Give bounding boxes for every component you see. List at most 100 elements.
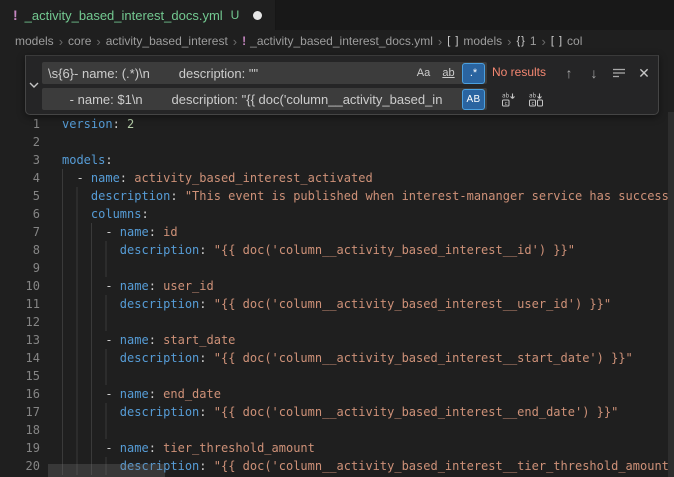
replace-input[interactable]: - name: $1\n description: "{{ doc('colum… [42,88,487,110]
line-number[interactable]: 8 [0,241,62,259]
whole-word-toggle[interactable]: ab [437,63,460,84]
code-line[interactable]: 15 [0,367,674,385]
line-number[interactable]: 7 [0,223,62,241]
breadcrumb-item--activity-based-interest-docs-yml[interactable]: !_activity_based_interest_docs.yml [242,34,433,48]
breadcrumb-item-col[interactable]: [ ]col [551,34,583,48]
token-str: end_date [156,387,221,401]
breadcrumb-item-models[interactable]: models [15,34,54,48]
indent-guides [62,439,105,457]
code-line[interactable]: 1version: 2 [0,115,674,133]
line-number[interactable]: 15 [0,367,62,385]
code-line[interactable]: 7- name: id [0,223,674,241]
previous-match-button[interactable]: ↑ [560,64,578,82]
find-in-selection-icon[interactable] [610,64,628,82]
line-number[interactable]: 18 [0,421,62,439]
close-icon[interactable]: ✕ [635,64,653,82]
modified-dot-icon[interactable] [253,11,262,20]
code-line[interactable]: 19- name: tier_threshold_amount [0,439,674,457]
line-number[interactable]: 12 [0,313,62,331]
breadcrumb-label: activity_based_interest [106,34,228,48]
code-line[interactable]: 12 [0,313,674,331]
code-line[interactable]: 5description: "This event is published w… [0,187,674,205]
code-line[interactable]: 8description: "{{ doc('column__activity_… [0,241,674,259]
code-line[interactable]: 6columns: [0,205,674,223]
line-number[interactable]: 19 [0,439,62,457]
vertical-scrollbar[interactable] [668,112,674,477]
breadcrumb-item-models[interactable]: [ ]models [447,34,502,48]
next-match-button[interactable]: ↓ [585,64,603,82]
token-num: 2 [127,117,134,131]
breadcrumb-item-activity-based-interest[interactable]: activity_based_interest [106,34,228,48]
line-number[interactable]: 11 [0,295,62,313]
line-number[interactable]: 3 [0,151,62,169]
token-str: tier_threshold_amount [156,441,315,455]
breadcrumb-label: _activity_based_interest_docs.yml [250,34,433,48]
indent-guides [62,169,76,187]
horizontal-scrollbar[interactable] [48,464,165,477]
line-number[interactable]: 1 [0,115,62,133]
code-line[interactable]: 4- name: activity_based_interest_activat… [0,169,674,187]
token-str: id [156,225,178,239]
match-case-toggle[interactable]: Aa [412,63,435,84]
indent-guides [62,295,120,313]
code-line[interactable]: 18 [0,421,674,439]
indent-guides [62,259,120,277]
symbol-object-icon: {} [516,35,525,47]
code-line[interactable]: 10- name: user_id [0,277,674,295]
line-number[interactable]: 2 [0,133,62,151]
breadcrumb-separator-icon: › [57,34,65,49]
code-line[interactable]: 14description: "{{ doc('column__activity… [0,349,674,367]
indent-guides [62,205,91,223]
line-number[interactable]: 13 [0,331,62,349]
breadcrumb-item-1[interactable]: {}1 [516,34,536,48]
line-number[interactable]: 10 [0,277,62,295]
replace-all-button[interactable]: ab c [526,89,546,109]
indent-guides [62,277,105,295]
preserve-case-toggle[interactable]: AB [462,89,485,110]
token-str: "This event is published when interest-m… [178,189,669,203]
line-number[interactable]: 17 [0,403,62,421]
code-line[interactable]: 3models: [0,151,674,169]
find-options: Aaab.* [412,63,485,84]
token-pun: : [141,207,148,221]
line-number[interactable]: 14 [0,349,62,367]
token-key: name [120,279,149,293]
code-line[interactable]: 17description: "{{ doc('column__activity… [0,403,674,421]
breadcrumb-label: core [68,34,91,48]
token-pun: - [105,279,119,293]
replace-button[interactable]: ab c [498,89,518,109]
token-pun: : [105,153,112,167]
token-pun: : [149,225,156,239]
indent-guides [62,403,120,421]
code-line[interactable]: 16- name: end_date [0,385,674,403]
token-pun: - [76,171,90,185]
find-status: No results [492,65,546,79]
indent-guides [62,367,120,385]
code-line[interactable]: 9 [0,259,674,277]
use-regex-toggle[interactable]: .* [462,63,485,84]
code-line[interactable]: 2 [0,133,674,151]
token-pun: : [170,189,177,203]
tab-activity-based-interest-docs[interactable]: ! _activity_based_interest_docs.yml U [0,0,276,30]
line-number[interactable]: 6 [0,205,62,223]
find-input[interactable]: \s{6}- name: (.*)\n description: "" Aaab… [42,62,487,84]
breadcrumb-separator-icon: › [505,34,513,49]
token-pun: : [149,387,156,401]
toggle-replace-chevron-icon[interactable] [26,56,41,114]
token-pun: - [105,441,119,455]
code-line[interactable]: 11description: "{{ doc('column__activity… [0,295,674,313]
code-editor[interactable]: 1version: 223models:4- name: activity_ba… [0,112,674,477]
line-number[interactable]: 5 [0,187,62,205]
breadcrumb-separator-icon: › [540,34,548,49]
token-pun: : [149,441,156,455]
tab-title: _activity_based_interest_docs.yml [25,8,223,23]
line-number[interactable]: 16 [0,385,62,403]
line-number[interactable]: 9 [0,259,62,277]
code-line[interactable]: 13- name: start_date [0,331,674,349]
line-number[interactable]: 4 [0,169,62,187]
token-pln [120,117,127,131]
token-str: start_date [156,333,235,347]
tab-bar: ! _activity_based_interest_docs.yml U [0,0,674,30]
breadcrumb-item-core[interactable]: core [68,34,91,48]
breadcrumb-separator-icon: › [94,34,102,49]
